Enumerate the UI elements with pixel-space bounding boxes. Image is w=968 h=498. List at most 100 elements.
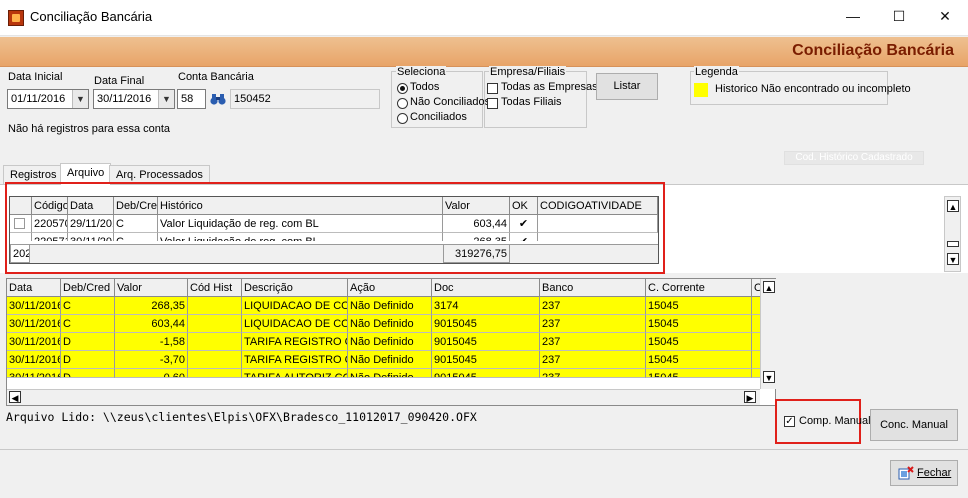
comp-manual-checkbox[interactable]: ✓: [784, 416, 795, 427]
table-cell[interactable]: D: [61, 369, 115, 378]
radio-conciliados-label: Conciliados: [410, 111, 467, 123]
data-final-field[interactable]: 30/11/2016 ▼: [93, 89, 175, 109]
title-bar: Conciliação Bancária — ☐ ✕: [0, 0, 968, 36]
table-cell[interactable]: 9015045: [432, 315, 540, 333]
table-cell[interactable]: [188, 333, 242, 351]
lower-col-header[interactable]: Descrição: [242, 279, 348, 297]
arquivo-lido-text: Arquivo Lido: \\zeus\clientes\Elpis\OFX\…: [6, 410, 477, 424]
table-cell[interactable]: Não Definido: [348, 315, 432, 333]
empresa-title: Empresa/Filiais: [489, 66, 567, 78]
table-cell[interactable]: 237: [540, 297, 646, 315]
scroll-left-icon[interactable]: ◀: [9, 391, 21, 403]
table-cell[interactable]: 9015045: [432, 333, 540, 351]
table-cell[interactable]: 9015045: [432, 351, 540, 369]
table-cell[interactable]: Não Definido: [348, 333, 432, 351]
radio-nao-conciliados[interactable]: [397, 98, 408, 109]
lower-col-header[interactable]: Deb/Cred: [61, 279, 115, 297]
close-door-icon: [898, 466, 914, 480]
table-cell[interactable]: 15045: [646, 297, 752, 315]
data-inicial-value: 01/11/2016: [11, 93, 66, 105]
lower-col-header[interactable]: Data: [7, 279, 61, 297]
radio-conciliados[interactable]: [397, 113, 408, 124]
lower-col-header[interactable]: Ação: [348, 279, 432, 297]
table-cell[interactable]: Não Definido: [348, 297, 432, 315]
table-cell[interactable]: [188, 351, 242, 369]
table-cell[interactable]: 30/11/2016: [7, 315, 61, 333]
radio-nao-conciliados-label: Não Conciliados: [410, 96, 491, 108]
table-cell[interactable]: [188, 297, 242, 315]
todas-empresas-label: Todas as Empresas: [501, 81, 598, 93]
bottom-divider: [0, 449, 968, 450]
chevron-down-icon[interactable]: ▼: [158, 90, 174, 108]
table-cell[interactable]: LIQUIDACAO DE COBRANCA: [242, 315, 348, 333]
comp-manual-label: Comp. Manual: [799, 415, 871, 427]
todas-empresas-checkbox[interactable]: [487, 83, 498, 94]
scroll-thumb[interactable]: [947, 241, 959, 247]
table-cell[interactable]: -1,58: [115, 333, 188, 351]
conta-codigo-field[interactable]: 58: [177, 89, 206, 109]
lower-hscrollbar[interactable]: ◀ ▶: [7, 389, 760, 405]
legenda-color-swatch: [694, 83, 708, 97]
table-cell[interactable]: 9015045: [432, 369, 540, 378]
table-cell[interactable]: 30/11/2016: [7, 333, 61, 351]
todas-filiais-checkbox[interactable]: [487, 98, 498, 109]
highlight-box: [5, 182, 665, 274]
lower-col-header[interactable]: C. Corrente: [646, 279, 752, 297]
table-cell[interactable]: 30/11/2016: [7, 297, 61, 315]
table-cell[interactable]: TARIFA REGISTRO COBRANCA: [242, 333, 348, 351]
scroll-down-icon[interactable]: ▼: [763, 371, 775, 383]
data-final-label: Data Final: [94, 75, 145, 87]
table-cell[interactable]: [188, 315, 242, 333]
app-icon: [8, 10, 24, 26]
table-cell[interactable]: 15045: [646, 351, 752, 369]
scroll-up-icon[interactable]: ▲: [947, 200, 959, 212]
table-cell[interactable]: D: [61, 351, 115, 369]
table-cell[interactable]: [188, 369, 242, 378]
table-cell[interactable]: 237: [540, 369, 646, 378]
cod-historico-button[interactable]: Cod. Histórico Cadastrado: [784, 151, 924, 165]
table-cell[interactable]: 30/11/2016: [7, 369, 61, 378]
scroll-down-icon[interactable]: ▼: [947, 253, 959, 265]
table-cell[interactable]: Não Definido: [348, 369, 432, 378]
table-cell[interactable]: 30/11/2016: [7, 351, 61, 369]
maximize-button[interactable]: ☐: [876, 0, 922, 32]
chevron-down-icon[interactable]: ▼: [72, 90, 88, 108]
table-cell[interactable]: -3,70: [115, 351, 188, 369]
table-cell[interactable]: D: [61, 333, 115, 351]
table-cell[interactable]: 237: [540, 315, 646, 333]
scroll-up-icon[interactable]: ▲: [763, 281, 775, 293]
table-cell[interactable]: 15045: [646, 333, 752, 351]
minimize-button[interactable]: —: [830, 0, 876, 32]
table-cell[interactable]: 237: [540, 333, 646, 351]
table-cell[interactable]: 15045: [646, 369, 752, 378]
todas-filiais-label: Todas Filiais: [501, 96, 562, 108]
scroll-right-icon[interactable]: ▶: [744, 391, 756, 403]
binoculars-icon[interactable]: [210, 92, 226, 106]
close-button[interactable]: ✕: [922, 0, 968, 32]
table-cell[interactable]: 15045: [646, 315, 752, 333]
data-inicial-field[interactable]: 01/11/2016 ▼: [7, 89, 89, 109]
table-cell[interactable]: LIQUIDACAO DE COBRANCA: [242, 297, 348, 315]
fechar-button[interactable]: Fechar: [890, 460, 958, 486]
table-cell[interactable]: Não Definido: [348, 351, 432, 369]
lower-grid: Data 30/11/2016 30/11/2016 30/11/2016 30/11/…: [6, 278, 776, 406]
table-cell[interactable]: C: [61, 315, 115, 333]
radio-todos[interactable]: [397, 83, 408, 94]
lower-col-header[interactable]: Valor: [115, 279, 188, 297]
table-cell[interactable]: C: [61, 297, 115, 315]
table-cell[interactable]: TARIFA AUTORIZ COBRANCA: [242, 369, 348, 378]
lower-col-header[interactable]: Doc: [432, 279, 540, 297]
table-cell[interactable]: 603,44: [115, 315, 188, 333]
table-cell[interactable]: 237: [540, 351, 646, 369]
table-cell[interactable]: TARIFA REGISTRO COBRANCA: [242, 351, 348, 369]
conc-manual-button[interactable]: Conc. Manual: [870, 409, 958, 441]
table-cell[interactable]: 3174: [432, 297, 540, 315]
data-inicial-label: Data Inicial: [8, 71, 63, 83]
lower-col-header[interactable]: Banco: [540, 279, 646, 297]
upper-scrollbar[interactable]: ▲ ▼: [944, 196, 961, 272]
lower-scrollbar[interactable]: ▲ ▼: [760, 279, 777, 389]
listar-button[interactable]: Listar: [596, 73, 658, 100]
table-cell[interactable]: -0,60: [115, 369, 188, 378]
lower-col-header[interactable]: Cód Hist: [188, 279, 242, 297]
table-cell[interactable]: 268,35: [115, 297, 188, 315]
